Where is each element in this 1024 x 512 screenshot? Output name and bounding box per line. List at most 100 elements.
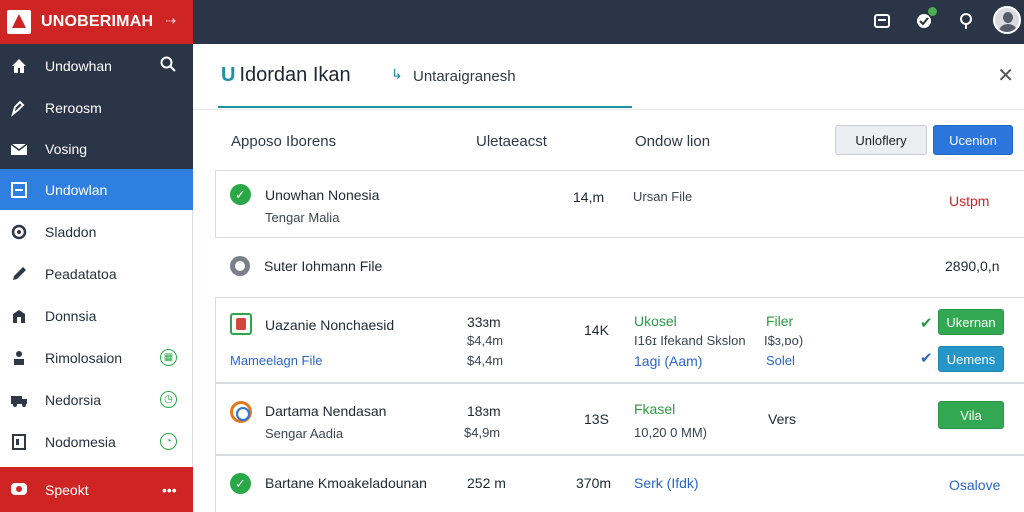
table-row[interactable]: Suter Iohmann File 2890,0,n [215,242,1024,292]
row-size: 14,m [573,189,605,205]
row-size: 252 m [467,475,506,491]
progress-ring-icon [230,401,252,423]
row-size-b: $4,9m [464,425,501,440]
row-action-button[interactable]: Ukernan [938,309,1004,335]
sidebar: Undowhan Reroosm Vosing Undowlan Sladdon… [0,44,193,512]
clock-badge-icon: ◷ [160,391,177,408]
truck-icon [9,390,29,410]
row-action-button[interactable]: Uemens [938,346,1004,372]
row-type-b: I16ɪ Ifekand Skslon [634,333,746,348]
sidebar-item-nedorsia[interactable]: Nedorsia ◷ [0,379,193,420]
sidebar-item-nodomesia[interactable]: Nodomesia ◔ [0,421,193,462]
sidebar-item-label: Speokt [45,481,89,498]
title-prefix: U [221,64,236,86]
column-header-download[interactable]: Ondow lion [635,133,710,150]
primary-button[interactable]: Ucenion [933,125,1013,155]
row-type: Ursan File [633,189,693,204]
close-icon[interactable]: ✕ [997,63,1014,88]
row-size-a: 18ɜm [467,403,501,419]
pencil-icon [9,264,29,284]
home-icon [9,56,29,76]
row-size-c: $4,4m [467,353,504,368]
brand-area[interactable]: UNOBERIMAH ⇢ [0,0,193,44]
sidebar-item-support[interactable]: Speokt ••• [0,467,193,512]
table-row[interactable]: Dartama Nendasan Sengar Aadia 18ɜm $4,9m… [215,383,1024,455]
row-type-a: Fkasel [634,401,676,417]
square-icon [9,180,29,200]
row-ext-c: Solel [766,353,795,368]
sidebar-item-label: Nedorsia [45,391,102,408]
row-title: Unowhan Nonesia [265,187,380,203]
grid-badge-icon: ▦ [160,349,177,366]
sidebar-item-data[interactable]: Peadatatoa [0,253,193,294]
sidebar-item-voting[interactable]: Vosing [0,128,193,169]
table-row[interactable]: Uazanie Nonchaesid Mameelagn File 33ɜm $… [215,297,1024,383]
row-type-a: Ukosel [634,313,677,329]
sidebar-item-label: Donnsia [45,307,97,324]
row-action-button[interactable]: Vila [938,401,1004,429]
sidebar-item-label: Vosing [45,140,88,157]
top-bar: UNOBERIMAH ⇢ [0,0,1024,44]
sidebar-item-label: Undowlan [45,181,108,198]
check-icon: ✔ [920,315,933,332]
notifications-icon[interactable] [913,6,938,32]
panel-title: U Idordan Ikan [221,64,351,87]
row-size: 2890,0,n [945,258,1000,274]
secondary-button[interactable]: Unloflery [835,125,927,155]
row-subtitle: Tengar Malia [265,210,340,225]
chat-icon [9,480,29,500]
sidebar-item-relocation[interactable]: Rimolosaion ▦ [0,337,193,378]
user-avatar[interactable] [993,6,1021,34]
document-icon [9,432,29,452]
window-icon[interactable] [871,10,893,32]
more-icon[interactable]: ••• [162,482,177,498]
collapse-arrows-icon[interactable]: ⇢ [165,13,176,29]
sidebar-item-home[interactable]: Undowhan [0,44,193,87]
top-icons [864,0,1024,44]
row-size-a: 33ɜm [467,314,501,330]
sidebar-item-domains[interactable]: Donnsia [0,295,193,336]
row-action-link[interactable]: Osalove [949,477,1000,493]
row-type-b: 10,20 0 MM) [634,425,707,440]
timer-badge-icon: ◔ [160,433,177,450]
row-title: Uazanie Nonchaesid [265,317,395,333]
location-icon[interactable] [955,10,977,32]
row-title: Dartama Nendasan [265,403,387,419]
building-icon [9,306,29,326]
sidebar-item-station[interactable]: Sladdon [0,211,193,252]
column-header-metadata[interactable]: Uletaeacst [476,133,547,150]
search-icon[interactable] [160,56,176,76]
row-subtitle-link[interactable]: Mameelagn File [230,353,323,368]
sidebar-item-label: Peadatatoa [45,265,117,282]
row-action-link[interactable]: Ustpm [949,193,989,209]
column-toolbar: Apposo Iborens Uletaeacst Ondow lion Unl… [193,122,1024,162]
table-row[interactable]: ✓ Bartane Kmoakeladounan 252 m 370m Serk… [215,455,1024,512]
document-status-icon [230,313,252,335]
sidebar-item-label: Rimolosaion [45,349,123,366]
notification-badge [927,6,938,17]
mail-icon [9,139,29,159]
panel-subtitle[interactable]: Untaraigranesh [413,68,516,85]
column-header-source[interactable]: Apposo Iborens [231,133,336,150]
sidebar-item-label: Reroosm [45,99,102,116]
sidebar-item-downloads[interactable]: Undowlan [0,169,193,210]
tab-underline [218,106,632,108]
phone-icon: ↳ [391,66,403,82]
download-panel: U Idordan Ikan ↳ Untaraigranesh ✕ Apposo … [193,44,1024,512]
row-size-b: $4,4m [467,333,504,348]
success-check-icon: ✓ [230,184,251,205]
pen-icon [9,98,29,118]
row-type: Serk (Ifdk) [634,475,699,491]
main-area: U Idordan Ikan ↳ Untaraigranesh ✕ Apposo … [193,44,1024,512]
row-title: Suter Iohmann File [264,258,383,274]
row-count: 14K [584,322,609,338]
brand-logo-icon [7,10,31,34]
row-ext-b: I$ɜ,ɒo) [764,333,804,348]
success-check-icon: ✓ [230,473,251,494]
table-row[interactable]: ✓ Unowhan Nonesia Tengar Malia 14,m Ursa… [215,170,1024,238]
sidebar-item-label: Sladdon [45,223,97,240]
person-icon [9,348,29,368]
check-icon: ✔ [920,350,933,367]
sidebar-item-resources[interactable]: Reroosm [0,87,193,128]
sidebar-item-label: Undowhan [45,57,112,74]
